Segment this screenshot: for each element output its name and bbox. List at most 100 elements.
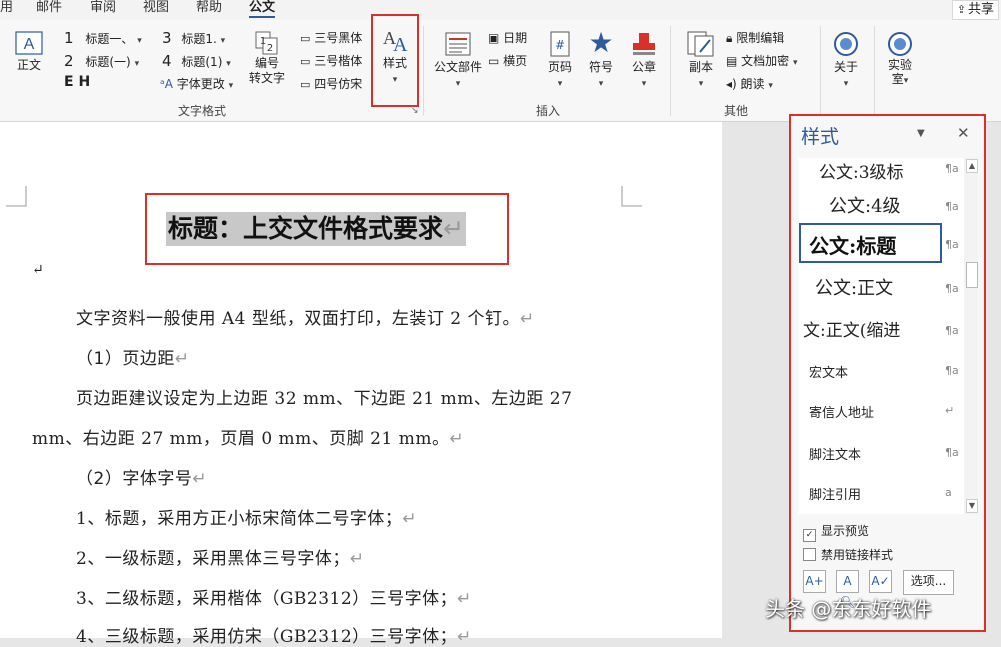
style-list-scrollbar[interactable]: ▲ ▼ — [964, 158, 978, 514]
style-item[interactable]: 寄信人地址 ↵ — [799, 390, 964, 430]
page-number-button[interactable]: # 页码 ▾ — [543, 30, 577, 89]
share-icon: ⇪ — [956, 3, 966, 16]
styles-pane-title: 样式 — [801, 126, 840, 148]
paragraph[interactable]: mm、右边距 27 mm，页眉 0 mm、页脚 21 mm。↵ — [32, 424, 464, 449]
chevron-down-icon: ▾ — [134, 59, 140, 69]
paragraph[interactable]: 4、三级标题，采用仿宋（GB2312）三号字体；↵ — [76, 622, 472, 647]
new-style-icon: A+ — [805, 574, 824, 588]
doc-parts-button[interactable]: 公文部件 ▾ — [432, 30, 484, 89]
body-text-style-button[interactable]: A 正文 — [10, 30, 48, 73]
show-preview-checkbox[interactable]: ✓ 显示预览 — [803, 522, 869, 542]
heading-style-2[interactable]: 2 标题(一) ▾ — [64, 52, 139, 70]
svg-text:#: # — [555, 38, 565, 52]
chevron-down-icon: ▾ — [698, 79, 704, 89]
landscape-page-button[interactable]: ▭ 横页 — [488, 52, 527, 69]
group-divider — [874, 26, 875, 116]
doc-encrypt-button[interactable]: ▤ 文档加密 ▾ — [726, 52, 798, 69]
tab-gongwen[interactable]: 公文 — [249, 0, 276, 20]
options-button[interactable]: 选项... — [903, 570, 954, 595]
close-icon[interactable]: ✕ — [957, 124, 970, 142]
subheading[interactable]: （1）页边距↵ — [76, 344, 190, 369]
styles-pane: 样式 ▼ ✕ 公文:3级标 ¶a 公文:4级 ¶a 公文:标题 ¶a 公文:正文… — [789, 114, 986, 632]
paragraph[interactable]: 文字资料一般使用 A4 型纸，双面打印，左装订 2 个钉。↵ — [76, 304, 535, 329]
paragraph[interactable]: 页边距建议设定为上边距 32 mm、下边距 21 mm、左边距 27 — [76, 384, 572, 409]
selected-style-frame — [799, 223, 942, 263]
style-item[interactable]: 脚注引用 a — [799, 472, 964, 512]
tab-insert[interactable]: 用 — [0, 0, 13, 20]
seal-button[interactable]: 公章 ▾ — [627, 30, 661, 89]
paragraph[interactable]: 1、标题，采用方正小标宋简体二号字体；↵ — [76, 504, 417, 529]
margin-corner-mark — [621, 186, 642, 207]
copy-button[interactable]: 副本 ▾ — [682, 30, 720, 89]
style-item[interactable]: 脚注文本 ¶a — [799, 432, 964, 472]
read-aloud-button[interactable]: ◂) 朗读 ▾ — [726, 75, 773, 92]
chevron-down-icon: ▾ — [557, 79, 563, 89]
style-item[interactable]: 公文:3级标 ¶a — [799, 158, 964, 188]
chevron-down-icon: ▾ — [228, 81, 234, 91]
paragraph[interactable]: 2、一级标题，采用黑体三号字体；↵ — [76, 544, 365, 569]
doc-title[interactable]: 标题：上交文件格式要求↵ — [166, 212, 466, 246]
stamp-icon — [633, 33, 655, 55]
manage-styles-button[interactable]: A✓ — [869, 570, 892, 593]
ribbon: A 正文 1 标题一、 ▾ 2 标题(一) ▾ E H 3 标题1. ▾ 4 标… — [0, 14, 1001, 122]
document-page[interactable]: 标题：上交文件格式要求↵ ↵ 文字资料一般使用 A4 型纸，双面打印，左装订 2… — [0, 122, 722, 647]
chevron-down-icon: ▾ — [455, 79, 461, 89]
ribbon-tab-bar: 用 邮件 审阅 视图 帮助 公文 ⇪ 共享 — [0, 0, 1001, 20]
svg-text:2: 2 — [267, 43, 273, 54]
manage-styles-icon: A✓ — [871, 574, 890, 588]
scroll-up-icon[interactable]: ▲ — [966, 159, 978, 173]
tab-mailings[interactable]: 邮件 — [36, 0, 62, 20]
subheading[interactable]: （2）字体字号↵ — [76, 464, 207, 489]
font-doc-icon: ▭ — [300, 78, 311, 91]
chevron-down-icon: ▾ — [220, 36, 226, 46]
chevron-down-icon: ▾ — [226, 59, 231, 69]
paragraph[interactable]: 3、二级标题，采用楷体（GB2312）三号字体；↵ — [76, 584, 472, 609]
date-button[interactable]: ▣ 日期 — [488, 29, 527, 46]
scroll-down-icon[interactable]: ▼ — [966, 499, 978, 513]
lab-button[interactable]: 实验 室▾ — [882, 30, 918, 88]
scroll-thumb[interactable] — [966, 262, 978, 288]
style-item[interactable]: 公文:正文 ¶a — [799, 268, 964, 308]
disable-linked-styles-checkbox[interactable]: 禁用链接样式 — [803, 546, 893, 563]
style-list[interactable]: 公文:3级标 ¶a 公文:4级 ¶a 公文:标题 ¶a 公文:正文 ¶a 文:正… — [799, 158, 964, 514]
style-item[interactable]: 文:正文(缩进 ¶a — [799, 310, 964, 350]
tab-review[interactable]: 审阅 — [90, 0, 116, 20]
e-h-buttons[interactable]: E H — [64, 74, 90, 90]
group-divider — [423, 26, 424, 116]
checkbox-checked-icon: ✓ — [803, 529, 816, 542]
style-item[interactable]: 宏文本 ¶a — [799, 350, 964, 390]
group-divider — [820, 26, 821, 116]
landscape-icon: ▭ — [488, 54, 500, 68]
chevron-down-icon: ▾ — [392, 75, 398, 85]
numbering-icon: 1 2 — [255, 31, 278, 55]
font-change-button[interactable]: ᵃA 字体更改 ▾ — [160, 75, 233, 92]
share-button[interactable]: ⇪ 共享 — [951, 0, 999, 20]
numbering-to-text-button[interactable]: 1 2 编号 转文字 — [246, 28, 288, 86]
group-label-other: 其他 — [724, 104, 749, 118]
heading-style-1[interactable]: 1 标题一、 ▾ — [64, 29, 142, 47]
lab-circle-icon — [888, 32, 912, 56]
style-inspector-button[interactable]: A🔍︎ — [836, 570, 859, 609]
font-change-icon: ᵃA — [160, 77, 173, 91]
tab-view[interactable]: 视图 — [143, 0, 169, 20]
about-button[interactable]: 关于 ▾ — [828, 30, 864, 89]
font-fangsong-button[interactable]: ▭ 四号仿宋 — [300, 75, 362, 92]
symbol-button[interactable]: ★ 符号 ▾ — [584, 28, 618, 90]
font-kaiti-button[interactable]: ▭ 三号楷体 — [300, 52, 362, 69]
dialog-launcher-icon[interactable]: ↘ — [411, 106, 419, 116]
empty-paragraph-mark: ↵ — [32, 262, 45, 278]
svg-text:A: A — [24, 36, 35, 53]
styles-button[interactable]: A A 样式 ▾ — [371, 14, 419, 107]
heading-style-4[interactable]: 4 标题(1) ▾ — [162, 52, 231, 70]
heading-style-3[interactable]: 3 标题1. ▾ — [162, 29, 225, 47]
lock-doc-icon: 🔒︎ — [726, 31, 733, 45]
svg-text:1: 1 — [260, 36, 266, 47]
restrict-edit-button[interactable]: 🔒︎ 限制编辑 — [726, 29, 784, 46]
page-number-icon: # — [550, 31, 570, 57]
style-item[interactable]: 公文:4级 ¶a — [799, 186, 964, 226]
new-style-button[interactable]: A+ — [803, 570, 826, 593]
font-heiti-button[interactable]: ▭ 三号黑体 — [300, 29, 362, 46]
pane-menu-chevron-icon[interactable]: ▼ — [917, 128, 925, 139]
tab-help[interactable]: 帮助 — [196, 0, 222, 20]
styles-icon: A A — [383, 28, 408, 54]
